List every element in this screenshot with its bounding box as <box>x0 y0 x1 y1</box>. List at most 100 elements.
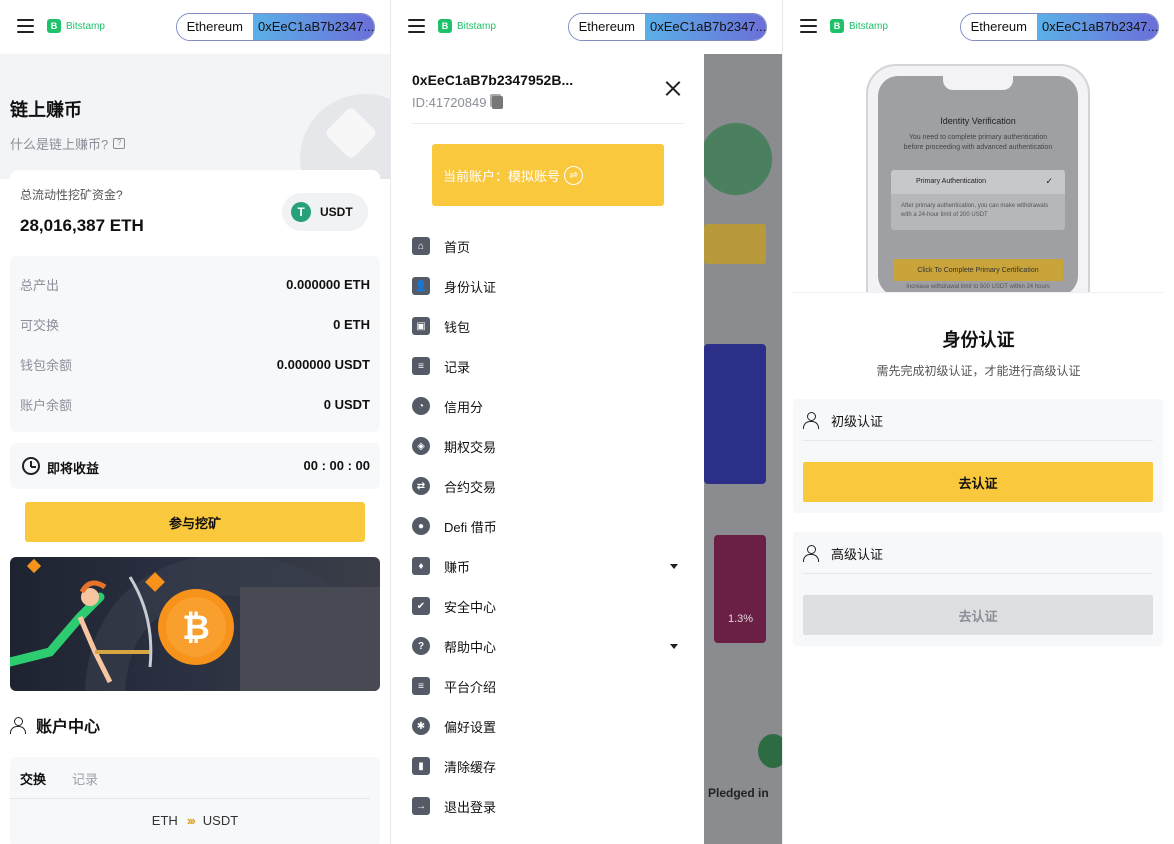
join-mining-button[interactable]: 参与挖矿 <box>25 502 365 542</box>
copy-icon[interactable] <box>492 96 504 109</box>
menu-item-wallet[interactable]: ▣ 钱包 <box>412 311 684 341</box>
coin-label: USDT <box>320 205 353 219</box>
brand-logo[interactable]: B Bitstamp <box>47 19 105 33</box>
wallet-address[interactable]: 0xEeC1aB7b2347... <box>253 14 374 40</box>
wallet-address[interactable]: 0xEeC1aB7b2347... <box>1037 14 1158 40</box>
phone-notch <box>943 76 1013 90</box>
account-center-heading: 账户中心 <box>10 713 100 737</box>
mining-banner: ₿ <box>10 557 380 691</box>
gear-icon: ✱ <box>412 717 430 735</box>
stat-label: 可交换 <box>20 317 60 333</box>
coin-selector[interactable]: T USDT <box>282 193 368 231</box>
stat-label: 账户余额 <box>20 397 73 413</box>
defi-icon: ● <box>412 517 430 535</box>
exchange-card: 交换 记录 ETH ››› USDT <box>10 757 380 844</box>
menu-item-records[interactable]: ≡ 记录 <box>412 351 684 381</box>
menu-label: 退出登录 <box>444 799 497 815</box>
menu-item-identity[interactable]: 👤 身份认证 <box>412 271 684 301</box>
illustration-button: Click To Complete Primary Certification <box>893 259 1063 281</box>
wallet-pill[interactable]: Ethereum 0xEeC1aB7b2347... <box>959 13 1159 41</box>
record-icon: ≡ <box>412 357 430 375</box>
menu-item-clear-cache[interactable]: ▮ 清除缓存 <box>412 751 684 781</box>
illustration-desc: You need to complete primary authenticat… <box>903 134 1053 151</box>
chevron-down-icon <box>670 644 678 649</box>
menu-item-credit[interactable]: ◔ 信用分 <box>412 391 684 421</box>
illustration-title: Identity Verification <box>940 116 1016 126</box>
intro-icon: ≡ <box>412 677 430 695</box>
advanced-verify-button[interactable]: 去认证 <box>803 595 1153 635</box>
side-drawer: 0xEeC1aB7b2347952B... ID:41720849 当前账户：模… <box>391 54 704 844</box>
pair-to: USDT <box>202 813 239 828</box>
menu-item-home[interactable]: ⌂ 首页 <box>412 231 684 261</box>
user-id: ID:41720849 <box>412 95 504 110</box>
menu-label: 赚币 <box>444 559 471 575</box>
svg-text:₿: ₿ <box>182 609 210 647</box>
home-icon: ⌂ <box>412 237 430 255</box>
current-account-label: 当前账户：模拟账号 <box>443 168 561 184</box>
close-icon[interactable] <box>664 80 682 98</box>
account-switch-button[interactable]: 当前账户：模拟账号 ⇌ <box>432 144 664 206</box>
what-is-link[interactable]: 什么是链上赚币? ? <box>10 134 126 153</box>
stats-card: 总产出 0.000000 ETH 可交换 0 ETH 钱包余额 0.000000… <box>10 256 380 432</box>
earn-icon: ♦ <box>412 557 430 575</box>
stat-row: 账户余额 0 USDT <box>20 394 370 414</box>
trash-icon: ▮ <box>412 757 430 775</box>
swap-icon: ⇌ <box>564 165 584 185</box>
brand-logo[interactable]: B Bitstamp <box>830 19 888 33</box>
drawer-address: 0xEeC1aB7b2347952B... <box>412 72 574 88</box>
menu-item-about[interactable]: ≡ 平台介绍 <box>412 671 684 701</box>
background-graphic <box>704 84 782 234</box>
credit-gauge-icon: ◔ <box>412 397 430 415</box>
brand-logo[interactable]: B Bitstamp <box>438 19 496 33</box>
menu-icon[interactable] <box>17 19 34 33</box>
wallet-address[interactable]: 0xEeC1aB7b2347... <box>645 14 766 40</box>
identity-icon: 👤 <box>412 277 430 295</box>
primary-auth-row: 初级认证 <box>803 401 1153 441</box>
wallet-pill[interactable]: Ethereum 0xEeC1aB7b2347... <box>567 13 767 41</box>
menu-label: 记录 <box>444 359 471 375</box>
tab-exchange[interactable]: 交换 <box>20 769 46 788</box>
menu-item-defi[interactable]: ● Defi 借币 <box>412 511 684 541</box>
background-button <box>704 224 766 264</box>
user-icon <box>803 412 819 429</box>
brand-name: Bitstamp <box>66 20 105 32</box>
menu-label: 清除缓存 <box>444 759 497 775</box>
stat-row: 总产出 0.000000 ETH <box>20 274 370 294</box>
pair-from: ETH <box>151 813 178 828</box>
phone-screen: Identity Verification You need to comple… <box>878 76 1078 292</box>
menu-label: 期权交易 <box>444 439 497 455</box>
menu-label: 合约交易 <box>444 479 497 495</box>
menu-item-earn[interactable]: ♦ 赚币 <box>412 551 684 581</box>
wallet-pill[interactable]: Ethereum 0xEeC1aB7b2347... <box>175 13 375 41</box>
menu-item-preferences[interactable]: ✱ 偏好设置 <box>412 711 684 741</box>
menu-icon[interactable] <box>408 19 425 33</box>
stat-label: 钱包余额 <box>20 357 73 373</box>
user-icon <box>10 716 26 734</box>
stat-row: 钱包余额 0.000000 USDT <box>20 354 370 374</box>
app-header: B Bitstamp Ethereum 0xEeC1aB7b2347... <box>0 0 390 54</box>
menu-item-help[interactable]: ? 帮助中心 <box>412 631 684 661</box>
dimmed-background[interactable]: 1.3% Pledged in <box>704 54 782 844</box>
page-title: 身份认证 <box>942 330 1015 350</box>
illustration-button-note: Increase withdrawal limit to 500 USDT wi… <box>906 284 1050 290</box>
primary-auth-card: 初级认证 去认证 <box>793 399 1163 513</box>
menu-item-options[interactable]: ◈ 期权交易 <box>412 431 684 461</box>
earnings-countdown: 即将收益 00 : 00 : 00 <box>10 443 380 489</box>
what-is-label: 什么是链上赚币? <box>10 137 109 152</box>
menu-label: 帮助中心 <box>444 639 497 655</box>
network-label[interactable]: Ethereum <box>568 14 645 40</box>
menu-label: 钱包 <box>444 319 471 335</box>
menu-icon[interactable] <box>800 19 817 33</box>
primary-verify-button[interactable]: 去认证 <box>803 462 1153 502</box>
network-label[interactable]: Ethereum <box>960 14 1037 40</box>
earn-label: 即将收益 <box>47 461 100 476</box>
menu-item-logout[interactable]: → 退出登录 <box>412 791 684 821</box>
miner-illustration: ₿ <box>10 557 380 691</box>
menu-item-contract[interactable]: ⇄ 合约交易 <box>412 471 684 501</box>
background-pledged-label: Pledged in <box>708 786 769 800</box>
tab-records[interactable]: 记录 <box>72 769 98 788</box>
stat-row: 可交换 0 ETH <box>20 314 370 334</box>
menu-label: 信用分 <box>444 399 484 415</box>
network-label[interactable]: Ethereum <box>176 14 253 40</box>
menu-item-security[interactable]: ✔ 安全中心 <box>412 591 684 621</box>
